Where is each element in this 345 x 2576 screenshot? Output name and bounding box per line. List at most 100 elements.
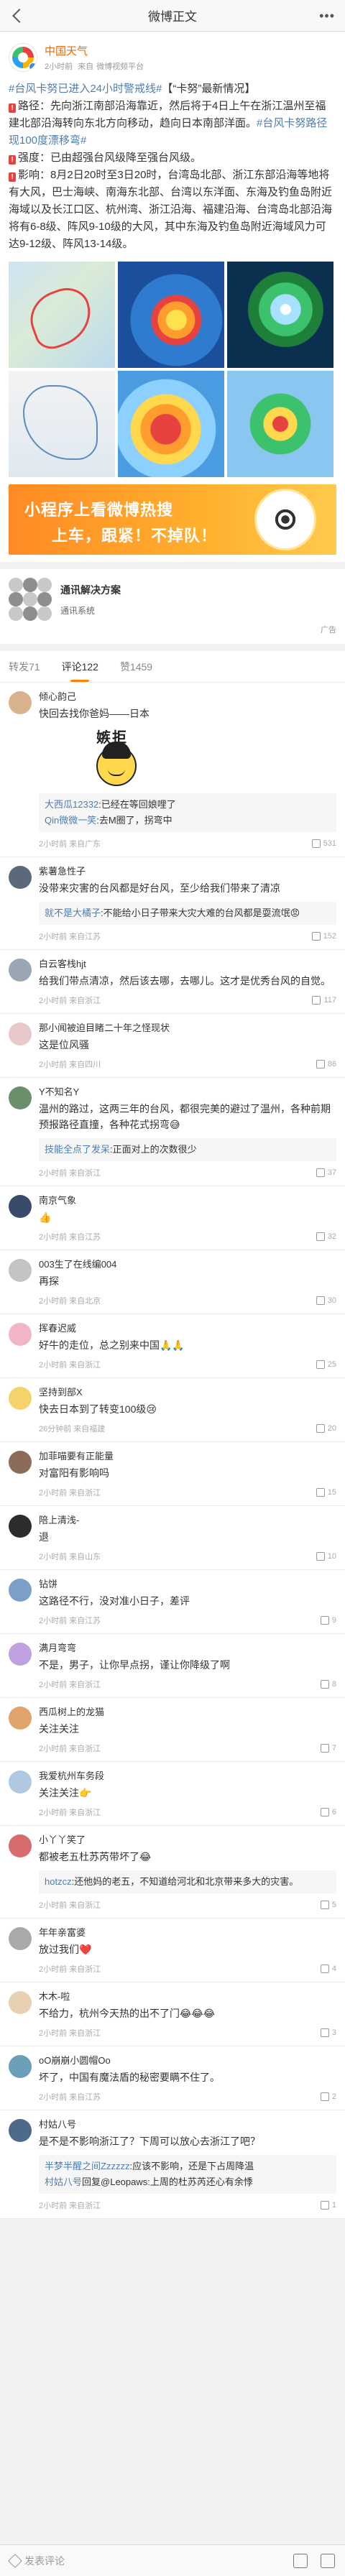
comment-like-button[interactable]: 1 <box>320 2199 336 2211</box>
commenter-name[interactable]: 那小闻被迫目睹二十年之怪现状 <box>39 1022 336 1034</box>
reply-user[interactable]: 就不是大橘子 <box>45 908 101 918</box>
commenter-name[interactable]: 挥春迟威 <box>39 1323 336 1334</box>
path-forecast-map-image[interactable] <box>9 371 115 477</box>
commenter-avatar[interactable] <box>9 1991 32 2014</box>
tab-reposts[interactable]: 转发71 <box>9 660 40 682</box>
sticker-image[interactable]: 嫉拒 <box>82 726 168 788</box>
commenter-name[interactable]: 年年亲富婆 <box>39 1927 336 1939</box>
comment-like-button[interactable]: 2 <box>320 2091 336 2102</box>
comment-like-button[interactable]: 3 <box>320 2027 336 2039</box>
commenter-name[interactable]: 满月弯弯 <box>39 1643 336 1654</box>
comment-item[interactable]: 村姑八号 是不是不影响浙江了？下周可以放心去浙江了吧？ 半梦半醒之间Zzzzzz:应… <box>0 2110 345 2219</box>
commenter-avatar[interactable] <box>9 1579 32 1602</box>
commenter-avatar[interactable] <box>9 1451 32 1474</box>
author-avatar[interactable] <box>9 43 37 72</box>
comment-item[interactable]: 陪上清浅- 退 2小时前 来自山东 10 <box>0 1506 345 1570</box>
commenter-avatar[interactable] <box>9 1323 32 1346</box>
comment-like-button[interactable]: 6 <box>320 1806 336 1818</box>
ad-title[interactable]: 通讯解决方案 <box>60 583 121 597</box>
comment-item[interactable]: 木木-啦 不给力，杭州今天热的出不了门😂😂😂 2小时前 来自浙江 3 <box>0 1982 345 2046</box>
comment-item[interactable]: 钻饼 这路径不行，没对准小日子，差评 2小时前 来自江苏 9 <box>0 1570 345 1634</box>
commenter-avatar[interactable] <box>9 1771 32 1793</box>
comment-like-button[interactable]: 86 <box>316 1058 336 1070</box>
reply-user[interactable]: hotzcz <box>45 1876 72 1887</box>
comment-like-button[interactable]: 531 <box>311 838 336 849</box>
reply-thread[interactable]: hotzcz:还他妈的老五，不知道给河北和北京带来多大的灾害。 <box>39 1870 336 1893</box>
comment-like-button[interactable]: 152 <box>311 931 336 942</box>
comment-item[interactable]: oO崩崩小圆帽Oo 坏了，中国有魔法盾的秘密要瞒不住了。 2小时前 来自江苏 2 <box>0 2046 345 2110</box>
commenter-avatar[interactable] <box>9 2119 32 2142</box>
commenter-name[interactable]: 南京气象 <box>39 1195 336 1206</box>
comment-like-button[interactable]: 4 <box>320 1963 336 1975</box>
comment-item[interactable]: 003生了在线编004 再探 2小时前 来自北京 30 <box>0 1250 345 1314</box>
comment-input[interactable]: 发表评论 <box>8 2553 280 2568</box>
commenter-name[interactable]: 小丫丫笑了 <box>39 1834 336 1846</box>
comment-item[interactable]: 西瓜树上的龙猫 关注关注 2小时前 来自浙江 7 <box>0 1698 345 1762</box>
wind-speed-map-image[interactable] <box>118 371 224 477</box>
commenter-avatar[interactable] <box>9 1707 32 1730</box>
commenter-avatar[interactable] <box>9 866 32 889</box>
comment-item[interactable]: 年年亲富婆 放过我们❤️ 2小时前 来自浙江 4 <box>0 1919 345 1982</box>
comment-like-button[interactable]: 30 <box>316 1295 336 1306</box>
commenter-name[interactable]: 倾心韵己 <box>39 691 336 703</box>
ad-card[interactable]: 通讯解决方案 通讯系统 广告 <box>0 569 345 644</box>
comment-like-button[interactable]: 15 <box>316 1487 336 1498</box>
comment-like-button[interactable]: 5 <box>320 1899 336 1911</box>
commenter-avatar[interactable] <box>9 1643 32 1666</box>
comment-item[interactable]: 小丫丫笑了 都被老五杜苏芮带坏了😂 hotzcz:还他妈的老五，不知道给河北和北京带… <box>0 1826 345 1919</box>
wind-radar-image[interactable] <box>118 262 224 368</box>
commenter-name[interactable]: Y不知名Y <box>39 1086 336 1098</box>
commenter-avatar[interactable] <box>9 2055 32 2078</box>
tab-comments[interactable]: 评论122 <box>62 660 98 682</box>
author-name[interactable]: 中国天气 <box>45 43 147 58</box>
tab-likes[interactable]: 赞1459 <box>120 660 152 682</box>
commenter-avatar[interactable] <box>9 1022 32 1045</box>
comment-like-button[interactable]: 25 <box>316 1359 336 1370</box>
commenter-name[interactable]: 坚持到部X <box>39 1387 336 1398</box>
commenter-name[interactable]: 我爱杭州车务段 <box>39 1771 336 1782</box>
commenter-avatar[interactable] <box>9 1927 32 1950</box>
comment-like-button[interactable]: 117 <box>312 994 336 1006</box>
commenter-avatar[interactable] <box>9 691 32 714</box>
reply-user[interactable]: 大西瓜12332 <box>45 799 98 810</box>
commenter-avatar[interactable] <box>9 1515 32 1538</box>
comment-like-button[interactable]: 20 <box>316 1423 336 1434</box>
more-options-icon[interactable]: ••• <box>319 9 335 24</box>
comment-item[interactable]: 紫薯急性子 没带来灾害的台风都是好台风，至少给我们带来了清凉 就不是大橘子:不能给小… <box>0 857 345 950</box>
hashtag-link[interactable]: #台风卡努已进入24小时警戒线# <box>9 83 162 95</box>
comment-item[interactable]: 那小闻被迫目睹二十年之怪现状 这是位风骚 2小时前 来自四川 86 <box>0 1014 345 1078</box>
back-arrow-icon[interactable] <box>9 7 26 24</box>
commenter-name[interactable]: 木木-啦 <box>39 1991 336 2003</box>
reply-thread[interactable]: 大西瓜12332:已经在等回娘哩了 Qin微微一笑:去M圈了，拐弯中 <box>39 793 336 832</box>
reply-user[interactable]: Qin微微一笑 <box>45 815 96 826</box>
commenter-name[interactable]: 村姑八号 <box>39 2119 336 2130</box>
comment-like-button[interactable]: 10 <box>316 1551 336 1562</box>
comment-item[interactable]: Y不知名Y 温州的路过，这两三年的台风，都很完美的避过了温州，各种前期预报路径直撞… <box>0 1078 345 1186</box>
reply-user[interactable]: 半梦半醒之间Zzzzzz <box>45 2161 129 2171</box>
repost-icon[interactable] <box>293 2553 308 2568</box>
comment-item[interactable]: 倾心韵己 快回去找你爸妈——日本 嫉拒 大西瓜12332:已经在等回娘哩了 Qin微微一… <box>0 683 345 857</box>
commenter-avatar[interactable] <box>9 1387 32 1410</box>
comment-item[interactable]: 满月弯弯 不是，男子，让你早点拐，谨让你降级了啊 2小时前 来自浙江 8 <box>0 1634 345 1698</box>
commenter-avatar[interactable] <box>9 1086 32 1109</box>
satellite-cloud-image[interactable] <box>227 262 334 368</box>
reply-thread[interactable]: 半梦半醒之间Zzzzzz:应该不影响，还是下占周降温 村姑八号回复@Leopaws… <box>39 2155 336 2194</box>
comment-like-button[interactable]: 8 <box>320 1679 336 1690</box>
comment-like-button[interactable]: 9 <box>320 1615 336 1626</box>
commenter-avatar[interactable] <box>9 959 32 982</box>
commenter-name[interactable]: 加菲喵要有正能量 <box>39 1451 336 1462</box>
commenter-name[interactable]: 003生了在线编004 <box>39 1259 336 1270</box>
commenter-avatar[interactable] <box>9 1834 32 1857</box>
comment-like-button[interactable]: 37 <box>316 1167 336 1178</box>
reply-thread[interactable]: 技能全点了发呆:正面对上的次数很少 <box>39 1138 336 1161</box>
comment-like-button[interactable]: 7 <box>320 1742 336 1754</box>
rainfall-map-image[interactable] <box>227 371 334 477</box>
commenter-name[interactable]: 西瓜树上的龙猫 <box>39 1707 336 1718</box>
commenter-name[interactable]: oO崩崩小圆帽Oo <box>39 2055 336 2067</box>
commenter-name[interactable]: 陪上清浅- <box>39 1515 336 1526</box>
like-icon[interactable] <box>321 2553 335 2568</box>
reply-thread[interactable]: 就不是大橘子:不能给小日子带来大灾大难的台风都是耍流氓😡 <box>39 902 336 925</box>
mini-program-banner[interactable]: 小程序上看微博热搜 上车，跟紧！不掉队！ <box>9 484 336 555</box>
typhoon-track-map-image[interactable] <box>9 262 115 368</box>
comment-item[interactable]: 南京气象 👍 2小时前 来自江苏 32 <box>0 1186 345 1250</box>
